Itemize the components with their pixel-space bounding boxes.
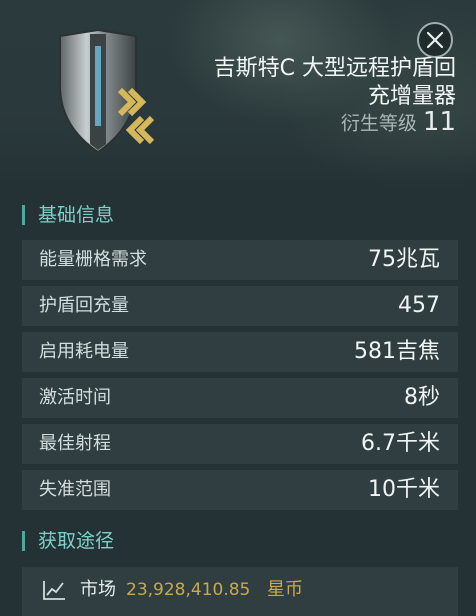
- stat-row-powergrid: 能量栅格需求 75兆瓦: [22, 240, 458, 280]
- meta-level-label: 衍生等级: [340, 112, 417, 135]
- stat-row-falloff: 失准范围 10千米: [22, 470, 458, 510]
- market-price: 23,928,410.85: [126, 580, 251, 600]
- market-currency: 星币: [267, 579, 303, 600]
- stat-label: 激活时间: [39, 387, 111, 408]
- section-acquire-title: 获取途径: [38, 530, 115, 552]
- stat-label: 最佳射程: [39, 433, 111, 454]
- meta-level-value: 11: [422, 107, 456, 137]
- stats-list: 能量栅格需求 75兆瓦 护盾回充量 457 启用耗电量 581吉焦 激活时间 8…: [22, 240, 458, 516]
- stat-row-optimal-range: 最佳射程 6.7千米: [22, 424, 458, 464]
- stat-value: 581吉焦: [354, 339, 440, 364]
- stat-label: 能量栅格需求: [39, 249, 147, 270]
- stat-row-activation-time: 激活时间 8秒: [22, 378, 458, 418]
- section-acquire: 获取途径: [22, 528, 114, 554]
- section-accent-bar: [22, 531, 25, 551]
- section-accent-bar: [22, 205, 25, 225]
- header-fade: [0, 150, 476, 200]
- item-title: 吉斯特C 大型远程护盾回 充增量器: [213, 56, 456, 109]
- stat-label: 失准范围: [39, 479, 111, 500]
- meta-level: 衍生等级 11: [341, 107, 456, 137]
- shield-module-icon: [59, 28, 155, 154]
- stat-row-activation-cost: 启用耗电量 581吉焦: [22, 332, 458, 372]
- section-basic-info: 基础信息: [22, 202, 114, 228]
- stat-label: 护盾回充量: [39, 295, 129, 316]
- section-basic-info-title: 基础信息: [38, 204, 115, 226]
- stat-value: 10千米: [368, 477, 440, 502]
- stat-value: 6.7千米: [361, 431, 440, 456]
- stat-row-shield-boost: 护盾回充量 457: [22, 286, 458, 326]
- market-trend-icon: [43, 581, 65, 600]
- market-label: 市场: [80, 579, 116, 600]
- market-row[interactable]: 市场 23,928,410.85 星币: [22, 567, 458, 616]
- close-icon: [426, 31, 444, 49]
- close-button[interactable]: [417, 22, 453, 58]
- stat-value: 457: [398, 293, 440, 318]
- stat-value: 8秒: [404, 385, 440, 410]
- stat-value: 75兆瓦: [368, 247, 440, 272]
- stat-label: 启用耗电量: [39, 341, 129, 362]
